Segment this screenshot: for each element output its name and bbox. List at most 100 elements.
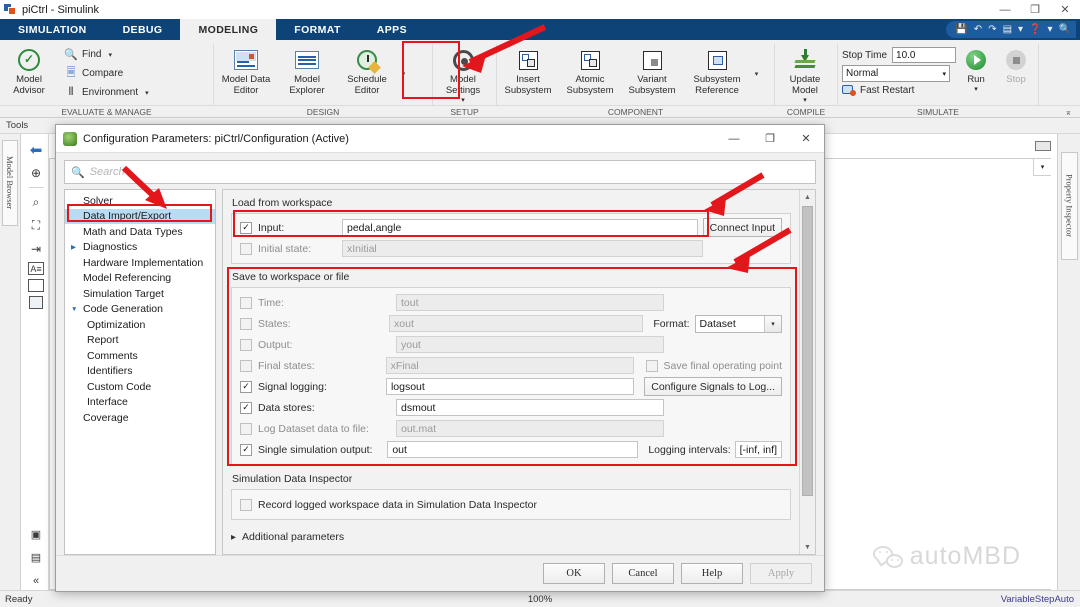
schedule-editor-button[interactable]: Schedule Editor [336,43,398,97]
model-data-editor-button[interactable]: Model Data Editor [214,43,278,97]
help-icon[interactable]: ❓ [1029,24,1041,35]
chevron-down-icon[interactable]: ▼ [71,306,80,313]
chevron-right-icon[interactable]: ▶ [71,243,80,251]
tab-apps[interactable]: APPS [359,19,425,40]
simulation-mode-select[interactable]: Normal ▾ [842,65,950,82]
signal-logging-checkbox[interactable]: ✓ [240,380,252,393]
tree-node-diagnostics[interactable]: ▶ Diagnostics [65,240,215,256]
tab-modeling[interactable]: MODELING [180,19,277,40]
single-simulation-output-field[interactable]: out [387,441,639,458]
camera-icon[interactable]: ▣ [27,525,46,544]
tree-node-code-generation[interactable]: ▼ Code Generation [65,302,215,318]
tree-node-solver[interactable]: ▶Solver [65,193,215,209]
data-stores-field[interactable]: dsmout [396,399,664,416]
environment-button[interactable]: ⦀ Environment ▾ [60,83,153,102]
tab-format[interactable]: FORMAT [276,19,359,40]
input-field[interactable]: pedal,angle [342,219,698,236]
solver-status[interactable]: VariableStepAuto [1001,594,1080,605]
stop-time-input[interactable]: 10.0 [892,47,957,63]
layout-icon[interactable]: ▤ [1003,24,1012,35]
window-maximize-button[interactable]: ❐ [1020,0,1050,19]
ok-button[interactable]: OK [543,563,605,584]
help-caret-icon[interactable]: ▾ [1048,24,1053,35]
model-explorer-button[interactable]: Model Explorer [278,43,336,97]
insert-subsystem-button[interactable]: Insert Subsystem [497,43,559,97]
back-arrow-icon[interactable]: ⬅ [27,140,46,159]
configure-signals-to-log-button[interactable]: Configure Signals to Log... [644,377,782,396]
tree-node-coverage[interactable]: ▶Coverage [65,410,215,426]
undo-icon[interactable]: ↶ [974,24,982,35]
time-checkbox[interactable] [240,296,252,309]
signal-logging-field[interactable]: logsout [385,378,635,395]
single-simulation-output-checkbox[interactable]: ✓ [240,443,252,456]
save-final-operating-point-checkbox[interactable] [645,359,658,372]
help-button[interactable]: Help [681,563,743,584]
zoom-in-icon[interactable]: ⌕ [27,193,46,212]
chevron-down-icon[interactable]: ▾ [974,86,978,94]
model-browser-tab[interactable]: Model Browser [2,140,18,226]
zoom-level[interactable]: 100% [528,594,552,605]
annotation-icon[interactable]: A≡ [28,262,44,275]
connect-input-button[interactable]: Connect Input [702,218,782,237]
panel-scrollbar[interactable]: ▲ ▼ [799,190,815,554]
variant-subsystem-button[interactable]: Variant Subsystem [621,43,683,97]
chevron-down-icon[interactable]: ▾ [145,89,149,97]
signal-routing-icon[interactable]: ⇥ [27,239,46,258]
initial-state-checkbox[interactable] [240,242,252,255]
tree-node-model-referencing[interactable]: ▶Model Referencing [65,271,215,287]
dialog-close-button[interactable]: ✕ [788,125,824,153]
compare-button[interactable]: 🗏 Compare [60,64,153,83]
search-icon[interactable]: 🔍 [1059,24,1071,35]
tree-node-identifiers[interactable]: Identifiers [65,364,215,380]
tree-node-math-and-data-types[interactable]: ▶Math and Data Types [65,224,215,240]
dialog-search-box[interactable]: 🔍 [64,160,816,184]
cancel-button[interactable]: Cancel [612,563,674,584]
configuration-tree[interactable]: ▶Solver ▶Data Import/Export ▶Math and Da… [64,189,216,555]
collapse-ribbon-icon[interactable]: ⌅ [1065,107,1072,118]
chevron-down-icon[interactable]: ▾ [461,97,465,105]
dialog-minimize-button[interactable]: — [716,125,752,153]
keyboard-icon[interactable] [1035,141,1051,151]
zoom-fit-target-icon[interactable]: ⊕ [27,163,46,182]
tree-node-optimization[interactable]: Optimization [65,317,215,333]
property-inspector-tab[interactable]: Property Inspector [1061,152,1078,260]
tree-node-data-import-export[interactable]: ▶Data Import/Export [65,208,215,224]
additional-parameters-label[interactable]: Additional parameters [242,531,344,543]
save-icon[interactable]: 💾 [955,24,967,35]
image-icon[interactable] [28,279,44,292]
tree-node-interface[interactable]: Interface [65,395,215,411]
configuration-parameters-dialog[interactable]: Configuration Parameters: piCtrl/Configu… [55,124,825,592]
scroll-down-arrow[interactable]: ▼ [800,540,815,554]
dialog-maximize-button[interactable]: ❐ [752,125,788,153]
states-checkbox[interactable] [240,317,252,330]
tree-node-custom-code[interactable]: Custom Code [65,379,215,395]
layout-caret-icon[interactable]: ▾ [1018,24,1023,35]
tree-node-hardware-implementation[interactable]: ▶Hardware Implementation [65,255,215,271]
logging-intervals-field[interactable]: [-inf, inf] [734,441,782,458]
search-input[interactable] [89,166,809,178]
scrollbar-thumb[interactable] [802,206,813,496]
final-states-checkbox[interactable] [240,359,252,372]
fit-to-view-icon[interactable]: ⛶ [27,216,46,235]
tab-debug[interactable]: DEBUG [105,19,181,40]
model-settings-button[interactable]: Model Settings ▾ [433,43,493,105]
scroll-up-arrow[interactable]: ▲ [800,190,815,204]
run-button[interactable]: Run ▾ [956,43,996,94]
input-checkbox[interactable]: ✓ [240,221,252,234]
find-button[interactable]: 🔍 Find ▾ [60,45,153,64]
tab-simulation[interactable]: SIMULATION [0,19,105,40]
tree-node-simulation-target[interactable]: ▶Simulation Target [65,286,215,302]
record-logged-data-checkbox[interactable] [240,498,252,511]
model-advisor-button[interactable]: ✓ Model Advisor [0,43,58,97]
canvas-dropdown-button[interactable]: ▾ [1033,159,1051,176]
collapse-icon[interactable]: « [27,571,46,590]
area-icon[interactable] [29,296,43,309]
chevron-down-icon[interactable]: ▾ [803,97,807,105]
fast-restart-label[interactable]: Fast Restart [860,85,914,96]
subsystem-reference-button[interactable]: Subsystem Reference [683,43,751,97]
chevron-down-icon[interactable]: ▾ [764,315,781,332]
data-stores-checkbox[interactable]: ✓ [240,401,252,414]
atomic-subsystem-button[interactable]: Atomic Subsystem [559,43,621,97]
report-icon[interactable]: ▤ [27,548,46,567]
window-minimize-button[interactable]: — [990,0,1020,19]
